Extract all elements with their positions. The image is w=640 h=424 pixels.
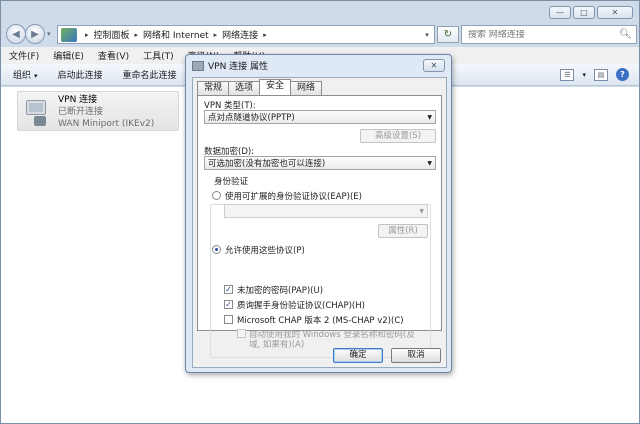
start-connection-button[interactable]: 启动此连接 — [58, 68, 103, 81]
chevron-down-icon: ▼ — [419, 208, 424, 215]
connection-status: 已断开连接 — [58, 107, 104, 117]
encryption-value: 可选加密(没有加密也可以连接) — [208, 159, 326, 169]
search-input[interactable] — [468, 29, 618, 40]
search-icon[interactable]: 🔍︎ — [619, 29, 632, 40]
menu-view[interactable]: 查看(V) — [98, 49, 129, 62]
menu-file[interactable]: 文件(F) — [9, 49, 39, 62]
auto-logon-checkbox[interactable] — [237, 329, 246, 338]
chap-label[interactable]: 质询握手身份验证协议(CHAP)(H) — [237, 299, 365, 311]
address-row: ◀ ▶ ▾ ▸ 控制面板 ▸ 网络和 Internet ▸ 网络连接 ▸ ▾ ↻… — [1, 23, 640, 45]
dialog-title: VPN 连接 属性 — [208, 62, 269, 72]
forward-button[interactable]: ▶ — [25, 24, 45, 44]
vpn-connection-item[interactable]: VPN 连接 已断开连接 WAN Miniport (IKEv2) — [17, 91, 179, 131]
auto-logon-label-line2: 域, 如果有)(A) — [249, 340, 305, 350]
search-box[interactable]: 🔍︎ — [461, 25, 637, 44]
connection-name: VPN 连接 — [58, 95, 98, 105]
cancel-button[interactable]: 取消 — [391, 348, 441, 363]
connection-device: WAN Miniport (IKEv2) — [58, 119, 155, 129]
pap-checkbox[interactable]: ✓ — [224, 285, 233, 294]
chevron-down-icon: ▾ — [34, 72, 38, 80]
eap-method-select[interactable]: ▼ — [224, 204, 428, 218]
tab-security[interactable]: 安全 — [259, 79, 292, 95]
encryption-select[interactable]: 可选加密(没有加密也可以连接) ▼ — [204, 156, 436, 170]
breadcrumb-network-connections[interactable]: 网络连接 — [222, 28, 258, 41]
control-panel-icon — [61, 27, 77, 42]
menu-tools[interactable]: 工具(T) — [143, 49, 174, 62]
breadcrumb-separator-icon[interactable]: ▸ — [85, 31, 89, 39]
vpn-type-select[interactable]: 点对点隧道协议(PPTP) ▼ — [204, 110, 436, 124]
eap-radio-label[interactable]: 使用可扩展的身份验证协议(EAP)(E) — [225, 190, 362, 202]
allow-protocols-label[interactable]: 允许使用这些协议(P) — [225, 244, 305, 256]
address-dropdown-icon[interactable]: ▾ — [420, 31, 434, 39]
change-view-icon[interactable]: ☰ — [560, 68, 575, 81]
history-dropdown-icon[interactable]: ▾ — [47, 30, 51, 38]
dialog-close-button[interactable]: ✕ — [423, 59, 445, 72]
vpn-properties-dialog: VPN 连接 属性 ✕ 常规 选项 安全 网络 VPN 类型(T): 点对点隧道… — [185, 54, 452, 373]
breadcrumb-control-panel[interactable]: 控制面板 — [94, 28, 130, 41]
view-controls: ☰ ▾ ▤ ? — [560, 68, 629, 81]
rename-connection-button[interactable]: 重命名此连接 — [123, 68, 177, 81]
address-bar[interactable]: ▸ 控制面板 ▸ 网络和 Internet ▸ 网络连接 ▸ ▾ — [57, 25, 435, 44]
network-connection-icon — [24, 98, 50, 126]
dialog-title-bar: VPN 连接 属性 — [192, 59, 268, 72]
help-icon[interactable]: ? — [616, 68, 629, 81]
minimize-button[interactable]: — — [549, 6, 571, 19]
pap-label[interactable]: 未加密的密码(PAP)(U) — [237, 284, 323, 296]
breadcrumb-separator-icon[interactable]: ▸ — [214, 31, 218, 39]
maximize-button[interactable]: □ — [573, 6, 595, 19]
back-button[interactable]: ◀ — [6, 24, 26, 44]
organize-button[interactable]: 组织 ▾ — [13, 68, 38, 81]
tab-options[interactable]: 选项 — [228, 81, 261, 95]
chap-checkbox[interactable]: ✓ — [224, 300, 233, 309]
preview-pane-icon[interactable]: ▤ — [594, 68, 608, 81]
dialog-body: 常规 选项 安全 网络 VPN 类型(T): 点对点隧道协议(PPTP) ▼ 高… — [192, 77, 447, 368]
security-tab-pane: VPN 类型(T): 点对点隧道协议(PPTP) ▼ 高级设置(S) 数据加密(… — [197, 95, 442, 358]
refresh-button[interactable]: ↻ — [437, 26, 459, 43]
view-dropdown-icon[interactable]: ▾ — [582, 71, 586, 79]
advanced-settings-button[interactable]: 高级设置(S) — [360, 129, 436, 143]
tab-strip: 常规 选项 安全 网络 — [197, 79, 323, 95]
chevron-down-icon: ▼ — [427, 114, 432, 121]
mschapv2-checkbox[interactable] — [224, 315, 233, 324]
mschapv2-label[interactable]: Microsoft CHAP 版本 2 (MS-CHAP v2)(C) — [237, 314, 404, 326]
breadcrumb-separator-icon[interactable]: ▸ — [135, 31, 139, 39]
eap-properties-button[interactable]: 属性(R) — [378, 224, 428, 238]
vpn-type-value: 点对点隧道协议(PPTP) — [208, 113, 295, 123]
tab-general[interactable]: 常规 — [197, 81, 230, 95]
chevron-down-icon: ▼ — [427, 160, 432, 167]
authentication-group-title: 身份验证 — [212, 175, 251, 187]
breadcrumb-network-internet[interactable]: 网络和 Internet — [143, 28, 209, 41]
allow-protocols-radio[interactable] — [212, 245, 221, 254]
window-controls: — □ ✕ — [549, 6, 633, 19]
tab-networking[interactable]: 网络 — [290, 81, 323, 95]
network-connection-icon — [192, 60, 204, 71]
ok-button[interactable]: 确定 — [333, 348, 383, 363]
breadcrumb-separator-icon[interactable]: ▸ — [263, 31, 267, 39]
menu-edit[interactable]: 编辑(E) — [53, 49, 84, 62]
eap-radio[interactable] — [212, 191, 221, 200]
close-button[interactable]: ✕ — [597, 6, 633, 19]
